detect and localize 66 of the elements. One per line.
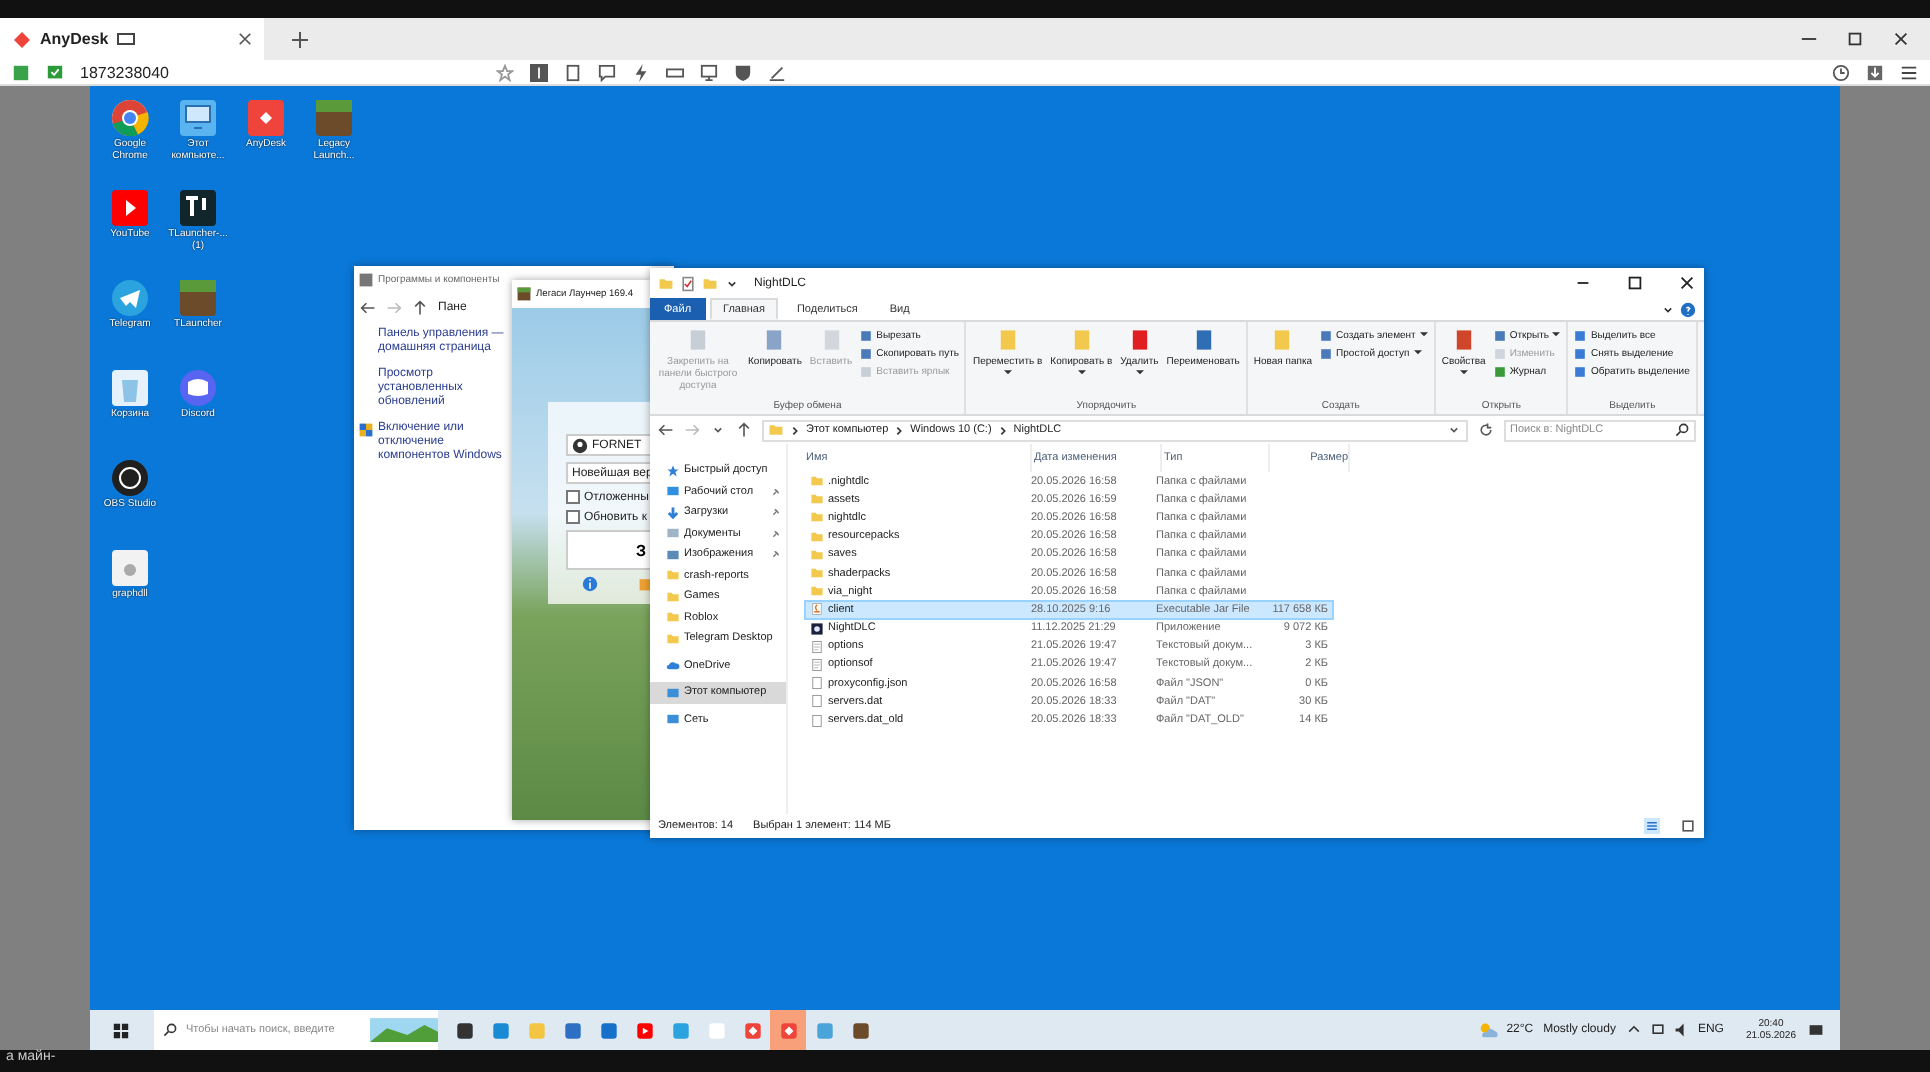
caret-icon[interactable] <box>710 422 726 438</box>
anydesk-tab[interactable]: AnyDesk <box>0 18 264 60</box>
telegram-app-icon[interactable] <box>110 278 150 318</box>
address-field[interactable]: 1873238040 <box>80 63 480 81</box>
pc-icon <box>666 685 680 700</box>
cloud-icon <box>666 658 680 673</box>
back-icon[interactable] <box>360 300 376 316</box>
start-icon[interactable] <box>112 1021 130 1039</box>
close-icon[interactable] <box>1678 274 1696 292</box>
control-panel-icon <box>358 272 374 288</box>
chevron-icon <box>997 425 1008 435</box>
obs-app-icon[interactable] <box>110 458 150 498</box>
youtube-app-icon[interactable] <box>110 188 150 228</box>
details-view-icon[interactable] <box>1644 818 1660 834</box>
maximize-icon[interactable] <box>1846 30 1864 48</box>
checkbox[interactable] <box>566 510 580 524</box>
volume-icon[interactable] <box>1673 1022 1690 1038</box>
folder-icon <box>768 422 784 438</box>
back-icon[interactable] <box>658 422 674 438</box>
large-icons-view-icon[interactable] <box>1680 818 1696 834</box>
play-button[interactable]: З <box>566 530 652 570</box>
close-tab-icon[interactable] <box>238 32 252 46</box>
network-status-icon <box>12 63 30 81</box>
anydesk-logo-icon <box>12 29 32 49</box>
file-transfer-icon[interactable] <box>564 63 582 81</box>
search-icon <box>1674 422 1690 438</box>
recycle-app-icon[interactable] <box>110 368 150 408</box>
monitor-icon <box>116 31 137 47</box>
file-app-icon[interactable] <box>110 548 150 588</box>
star-icon[interactable] <box>496 63 514 81</box>
chrome-app-icon[interactable] <box>110 98 150 138</box>
tlauncher-app-icon[interactable] <box>178 188 218 228</box>
help-icon[interactable] <box>1680 301 1696 317</box>
close-icon[interactable] <box>1892 30 1910 48</box>
info-icon[interactable] <box>582 576 598 592</box>
computer-app-icon[interactable] <box>178 98 218 138</box>
chevron-icon <box>894 425 905 435</box>
caret-icon[interactable] <box>1446 422 1462 438</box>
tab-title: AnyDesk <box>40 30 109 48</box>
up-icon[interactable] <box>736 422 752 438</box>
pen-icon[interactable] <box>768 63 786 81</box>
shield-icon[interactable] <box>734 63 752 81</box>
monitor-number-icon[interactable] <box>530 63 548 81</box>
refresh-icon[interactable] <box>1478 422 1494 438</box>
grass-block-icon <box>516 286 532 302</box>
anydesk-taskbar-icon[interactable] <box>770 1010 806 1050</box>
maximize-icon[interactable] <box>1626 274 1644 292</box>
screen-check-icon[interactable] <box>46 63 64 81</box>
chat-icon[interactable] <box>598 63 616 81</box>
star-icon <box>666 463 680 478</box>
desktop-icon <box>666 484 680 499</box>
search-icon <box>162 1022 178 1038</box>
chevron-icon <box>790 425 800 435</box>
download-icon[interactable] <box>1866 63 1884 81</box>
menu-icon[interactable] <box>1900 63 1918 81</box>
anydesk-app-icon[interactable] <box>246 98 286 138</box>
chevron-up-icon[interactable] <box>1625 1022 1642 1038</box>
folder-icon <box>658 275 674 291</box>
checkbox[interactable] <box>566 490 580 504</box>
display-icon[interactable] <box>700 63 718 81</box>
up-icon[interactable] <box>412 300 428 316</box>
download-icon <box>666 505 680 520</box>
discord-app-icon[interactable] <box>178 368 218 408</box>
new-tab-icon[interactable] <box>292 31 308 47</box>
user-icon <box>572 437 588 453</box>
landscape-icon <box>370 1016 438 1044</box>
